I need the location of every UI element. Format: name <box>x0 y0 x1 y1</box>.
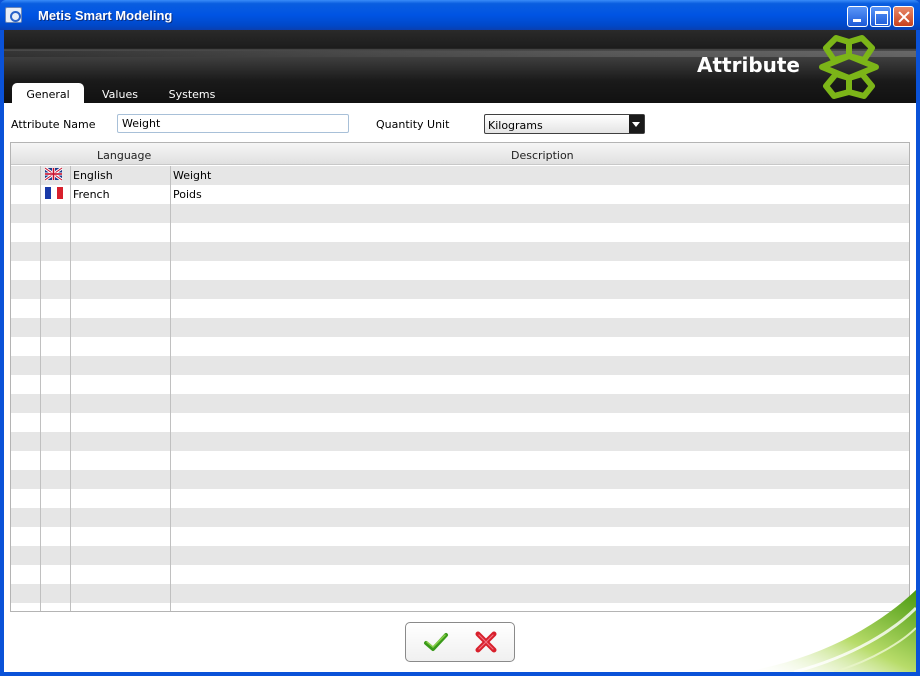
minimize-button[interactable] <box>847 6 868 27</box>
checkmark-icon[interactable] <box>422 629 450 655</box>
grid-header: Language Description <box>11 143 909 165</box>
title-bar[interactable]: Metis Smart Modeling <box>0 0 920 30</box>
language-cell: French <box>73 188 110 201</box>
tab-general[interactable]: General <box>12 83 84 104</box>
empty-table-row[interactable] <box>11 508 909 527</box>
empty-table-row[interactable] <box>11 546 909 565</box>
app-icon[interactable] <box>5 7 22 23</box>
empty-table-row[interactable] <box>11 280 909 299</box>
description-cell[interactable]: Weight <box>173 169 211 182</box>
column-divider <box>70 166 71 611</box>
client-area: Attribute General Values Systems Attribu… <box>4 30 916 672</box>
dialog-buttons <box>405 622 515 662</box>
empty-table-row[interactable] <box>11 432 909 451</box>
uk-flag-icon <box>45 167 63 182</box>
empty-table-row[interactable] <box>11 451 909 470</box>
tab-systems[interactable]: Systems <box>160 83 224 104</box>
empty-table-row[interactable] <box>11 261 909 280</box>
cross-icon[interactable] <box>472 629 500 655</box>
column-header-description[interactable]: Description <box>511 149 574 162</box>
attribute-name-label: Attribute Name <box>11 118 96 131</box>
empty-table-row[interactable] <box>11 242 909 261</box>
empty-table-row[interactable] <box>11 375 909 394</box>
column-divider <box>170 166 171 611</box>
chevron-down-icon[interactable] <box>629 115 644 133</box>
empty-table-row[interactable] <box>11 299 909 318</box>
table-row[interactable]: English Weight <box>11 166 909 185</box>
column-header-language[interactable]: Language <box>97 149 151 162</box>
quantity-unit-label: Quantity Unit <box>376 118 450 131</box>
decorative-swoosh <box>744 590 916 672</box>
empty-table-row[interactable] <box>11 489 909 508</box>
app-window: Metis Smart Modeling Attribute General V… <box>0 0 920 676</box>
tab-values[interactable]: Values <box>92 83 148 104</box>
column-divider <box>40 166 41 611</box>
empty-table-row[interactable] <box>11 394 909 413</box>
attribute-name-input[interactable] <box>117 114 349 133</box>
empty-table-row[interactable] <box>11 413 909 432</box>
quantity-unit-select[interactable]: Kilograms <box>484 114 645 134</box>
empty-table-row[interactable] <box>11 565 909 584</box>
maximize-button[interactable] <box>870 6 891 27</box>
window-title: Metis Smart Modeling <box>38 8 173 23</box>
language-grid: Language Description English Weight Fren… <box>10 142 910 612</box>
section-title: Attribute <box>697 53 800 77</box>
grid-body: English Weight French Poids <box>11 166 909 611</box>
empty-table-row[interactable] <box>11 204 909 223</box>
empty-table-row[interactable] <box>11 337 909 356</box>
close-button[interactable] <box>893 6 914 27</box>
quantity-unit-value: Kilograms <box>488 119 543 132</box>
description-cell[interactable]: Poids <box>173 188 202 201</box>
empty-table-row[interactable] <box>11 356 909 375</box>
table-row[interactable]: French Poids <box>11 185 909 204</box>
empty-table-row[interactable] <box>11 470 909 489</box>
language-cell: English <box>73 169 113 182</box>
france-flag-icon <box>45 187 63 199</box>
empty-table-row[interactable] <box>11 318 909 337</box>
empty-table-row[interactable] <box>11 527 909 546</box>
metis-logo-icon <box>819 35 879 99</box>
empty-table-row[interactable] <box>11 223 909 242</box>
